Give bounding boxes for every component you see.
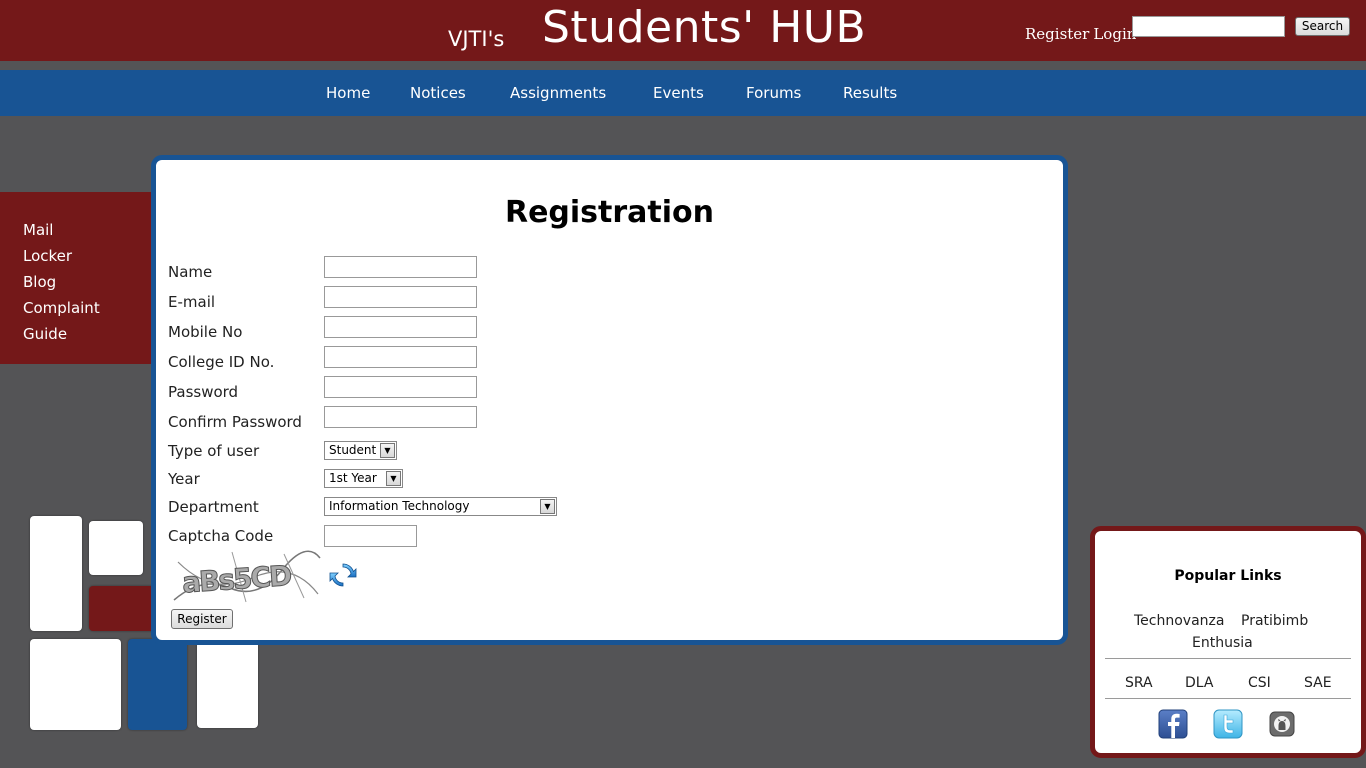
email-field[interactable]: [324, 286, 477, 308]
github-icon[interactable]: [1267, 709, 1297, 739]
mobile-label: Mobile No: [168, 323, 243, 341]
captcha-label: Captcha Code: [168, 527, 274, 545]
link-pratibimb[interactable]: Pratibimb: [1241, 613, 1308, 629]
decor-tile: [89, 521, 143, 575]
search-input[interactable]: [1132, 16, 1285, 37]
email-label: E-mail: [168, 293, 216, 311]
top-header: VJTI's Students' HUB Register Login Searc…: [0, 0, 1366, 61]
refresh-icon[interactable]: [328, 560, 358, 590]
nav-results[interactable]: Results: [843, 84, 897, 102]
mobile-field[interactable]: [324, 316, 477, 338]
chevron-down-icon[interactable]: ▼: [386, 471, 401, 486]
divider: [1105, 658, 1351, 659]
department-label: Department: [168, 498, 259, 516]
link-technovanza[interactable]: Technovanza: [1134, 613, 1224, 629]
site-title[interactable]: Students' HUB: [542, 2, 866, 53]
side-item-complaint[interactable]: Complaint: [23, 295, 154, 321]
name-label: Name: [168, 263, 213, 281]
password-field[interactable]: [324, 376, 477, 398]
nav-assignments[interactable]: Assignments: [510, 84, 606, 102]
chevron-down-icon[interactable]: ▼: [540, 499, 555, 514]
page-title: Registration: [504, 195, 715, 230]
nav-events[interactable]: Events: [653, 84, 704, 102]
link-dla[interactable]: DLA: [1185, 675, 1213, 691]
user-type-select[interactable]: Student ▼: [324, 441, 397, 460]
decor-tile: [30, 516, 82, 631]
register-button[interactable]: Register: [171, 609, 233, 629]
department-select[interactable]: Information Technology ▼: [324, 497, 557, 516]
year-label: Year: [168, 470, 200, 488]
captcha-field[interactable]: [324, 525, 417, 547]
login-link[interactable]: Login: [1093, 25, 1136, 43]
confirm-password-label: Confirm Password: [168, 413, 302, 431]
user-type-label: Type of user: [168, 442, 260, 460]
captcha-image: aBs5CD: [173, 550, 321, 603]
main-nav: Home Notices Assignments Events Forums R…: [0, 70, 1366, 116]
registration-panel: Registration Name E-mail Mobile No Colle…: [151, 155, 1068, 645]
nav-notices[interactable]: Notices: [410, 84, 466, 102]
link-enthusia[interactable]: Enthusia: [1192, 635, 1253, 651]
user-type-value: Student: [329, 443, 377, 457]
search-button[interactable]: Search: [1295, 17, 1350, 36]
name-field[interactable]: [324, 256, 477, 278]
link-sra[interactable]: SRA: [1125, 675, 1153, 691]
chevron-down-icon[interactable]: ▼: [380, 443, 395, 458]
decor-tile: [197, 639, 258, 728]
captcha-text: aBs5CD: [181, 559, 292, 600]
decor-tile: [30, 639, 121, 730]
department-value: Information Technology: [329, 499, 470, 513]
link-sae[interactable]: SAE: [1304, 675, 1332, 691]
year-value: 1st Year: [329, 471, 377, 485]
popular-links-title: Popular Links: [1174, 568, 1282, 584]
auth-links: Register Login: [1025, 25, 1140, 43]
decor-tile: [128, 639, 187, 730]
side-menu: Mail Locker Blog Complaint Guide: [0, 192, 154, 364]
confirm-password-field[interactable]: [324, 406, 477, 428]
password-label: Password: [168, 383, 239, 401]
college-id-field[interactable]: [324, 346, 477, 368]
nav-home[interactable]: Home: [326, 84, 370, 102]
side-item-mail[interactable]: Mail: [23, 217, 154, 243]
year-select[interactable]: 1st Year ▼: [324, 469, 403, 488]
side-item-blog[interactable]: Blog: [23, 269, 154, 295]
twitter-icon[interactable]: [1213, 709, 1243, 739]
nav-forums[interactable]: Forums: [746, 84, 801, 102]
link-csi[interactable]: CSI: [1248, 675, 1271, 691]
brand-prefix: VJTI's: [448, 27, 505, 51]
side-item-guide[interactable]: Guide: [23, 321, 154, 347]
register-link[interactable]: Register: [1025, 25, 1089, 43]
divider: [1105, 698, 1351, 699]
side-item-locker[interactable]: Locker: [23, 243, 154, 269]
college-id-label: College ID No.: [168, 353, 275, 371]
facebook-icon[interactable]: [1158, 709, 1188, 739]
popular-links-panel: Popular Links Technovanza Pratibimb Enth…: [1090, 526, 1366, 758]
